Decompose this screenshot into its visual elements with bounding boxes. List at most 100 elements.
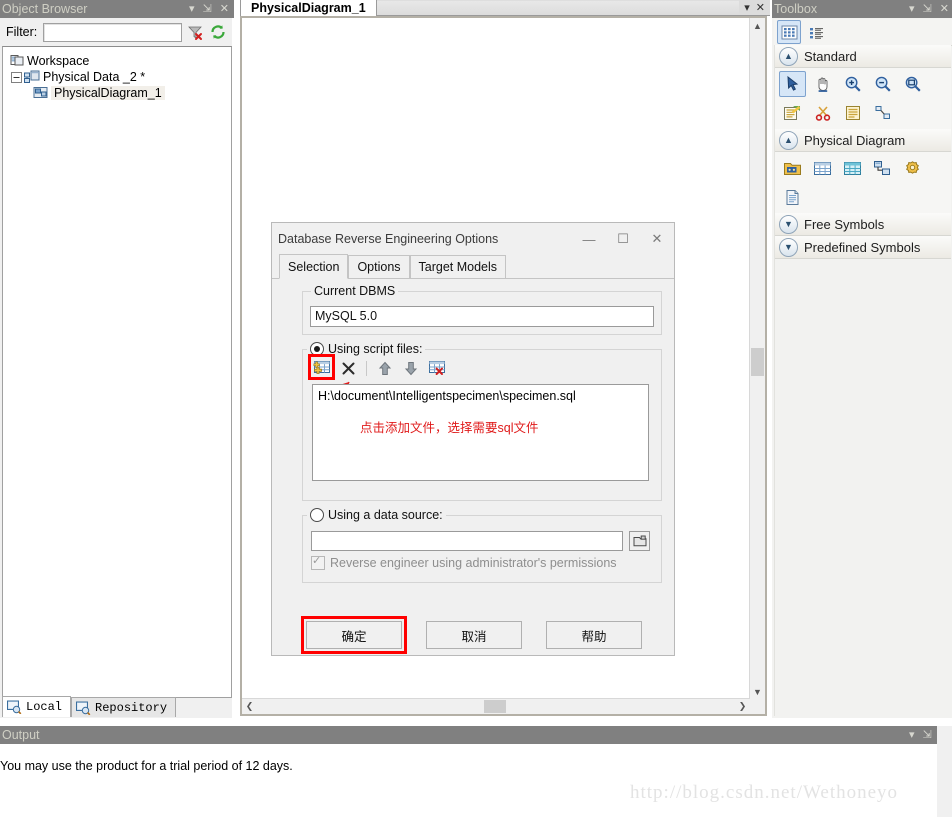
pin-icon[interactable]: ⇲: [923, 3, 932, 15]
toolbox-section-free-symbols[interactable]: ▼ Free Symbols: [775, 213, 951, 236]
toolbox-section-predefined-symbols[interactable]: ▼ Predefined Symbols: [775, 236, 951, 259]
zoom-in-icon[interactable]: [839, 71, 866, 97]
tab-repository[interactable]: Repository: [71, 697, 177, 717]
section-label: Free Symbols: [804, 216, 885, 232]
dropdown-icon[interactable]: ▾: [909, 3, 915, 15]
current-dbms-field[interactable]: MySQL 5.0: [310, 306, 654, 327]
view-icon[interactable]: [839, 155, 866, 181]
data-source-radio[interactable]: [310, 508, 324, 522]
delete-scissors-icon[interactable]: [809, 100, 836, 126]
close-icon[interactable]: ✕: [220, 3, 229, 15]
scroll-right-arrow[interactable]: ❯: [735, 699, 750, 714]
maximize-button[interactable]: ☐: [606, 225, 640, 253]
toolbox-section-standard[interactable]: ▲ Standard: [775, 45, 951, 68]
scroll-down-arrow[interactable]: ▼: [750, 684, 765, 699]
canvas-horizontal-scrollbar[interactable]: ❮ ❯: [242, 698, 750, 714]
scrollbar-corner: [750, 699, 765, 714]
tree-item-label: Physical Data _2 *: [43, 70, 146, 84]
output-body[interactable]: You may use the product for a trial peri…: [0, 745, 952, 817]
chevron-up-icon[interactable]: ▲: [779, 130, 798, 150]
ok-button[interactable]: 确定: [306, 621, 402, 649]
zoom-area-icon[interactable]: [899, 71, 926, 97]
object-tree[interactable]: Workspace Physical Data _2 * PhysicalDia…: [2, 46, 232, 698]
output-header: Output ▾ ⇲ ✕: [0, 726, 952, 744]
properties-icon[interactable]: [779, 100, 806, 126]
horizontal-scroll-thumb[interactable]: [484, 700, 506, 713]
tab-local[interactable]: Local: [2, 696, 72, 717]
note-icon[interactable]: [839, 100, 866, 126]
link-icon[interactable]: [869, 100, 896, 126]
data-source-group: Using a data source: Reverse engineer us…: [302, 508, 662, 583]
tab-label: Repository: [95, 700, 168, 715]
object-browser-panel: Object Browser ▾ ⇲ ✕ Filter: Workspace P…: [0, 0, 234, 718]
toolbox-section-physical-diagram[interactable]: ▲ Physical Diagram: [775, 129, 951, 152]
dropdown-icon[interactable]: ▾: [909, 729, 915, 741]
pin-icon[interactable]: ⇲: [923, 729, 932, 741]
zoom-out-icon[interactable]: [869, 71, 896, 97]
tab-physicaldiagram-1[interactable]: PhysicalDiagram_1: [240, 0, 377, 16]
browser-tabs: Local Repository: [2, 696, 230, 717]
tab-label: Target Models: [418, 260, 498, 274]
pointer-icon[interactable]: [779, 71, 806, 97]
minimize-button[interactable]: —: [572, 225, 606, 253]
datasource-browse-icon[interactable]: [629, 531, 650, 551]
refresh-icon[interactable]: [208, 22, 228, 42]
close-icon[interactable]: ✕: [940, 3, 949, 15]
vertical-scroll-thumb[interactable]: [751, 348, 764, 376]
tabbar-buttons: ▾ ✕: [739, 0, 770, 16]
toolbox-items-standard: [775, 68, 951, 129]
reverse-engineering-dialog: Database Reverse Engineering Options — ☐…: [271, 222, 675, 656]
clear-filter-icon[interactable]: [185, 22, 205, 42]
admin-permissions-checkbox[interactable]: [311, 554, 325, 570]
package-icon[interactable]: [779, 155, 806, 181]
dialog-tabbar: Selection Options Target Models: [272, 254, 674, 279]
script-files-caption-row[interactable]: Using script files:: [307, 342, 426, 356]
current-dbms-value: MySQL 5.0: [315, 309, 378, 323]
list-view-icon[interactable]: [804, 20, 828, 44]
tab-label: PhysicalDiagram_1: [251, 1, 366, 15]
script-file-list[interactable]: H:\document\Intelligentspecimen\specimen…: [312, 384, 649, 481]
procedure-icon[interactable]: [899, 155, 926, 181]
close-button[interactable]: ✕: [640, 225, 674, 253]
reference-icon[interactable]: [869, 155, 896, 181]
help-button[interactable]: 帮助: [546, 621, 642, 649]
script-file-item[interactable]: H:\document\Intelligentspecimen\specimen…: [318, 389, 643, 403]
toolbox-header: Toolbox ▾ ⇲ ✕: [772, 0, 952, 18]
data-source-field[interactable]: [311, 531, 623, 551]
toolbox-panel: Toolbox ▾ ⇲ ✕ ▲ Standard ▲ Physical Diag…: [772, 0, 952, 718]
tab-selection[interactable]: Selection: [279, 254, 349, 279]
cancel-button[interactable]: 取消: [426, 621, 522, 649]
dialog-titlebar: Database Reverse Engineering Options — ☐…: [272, 223, 674, 255]
tab-list-icon[interactable]: ▾: [744, 1, 750, 14]
output-scrollbar[interactable]: [937, 726, 952, 817]
chevron-up-icon[interactable]: ▲: [779, 46, 798, 66]
tab-options[interactable]: Options: [348, 255, 410, 278]
admin-permissions-label: Reverse engineer using administrator's p…: [330, 556, 617, 570]
chevron-down-icon[interactable]: ▼: [779, 214, 798, 234]
file-icon[interactable]: [779, 184, 806, 210]
tree-expander-icon[interactable]: [11, 71, 22, 83]
canvas-vertical-scrollbar[interactable]: ▲ ▼: [749, 18, 765, 699]
scroll-left-arrow[interactable]: ❮: [242, 699, 257, 714]
current-dbms-caption: Current DBMS: [311, 284, 399, 298]
close-icon[interactable]: ✕: [756, 1, 765, 14]
chevron-down-icon[interactable]: ▼: [779, 237, 798, 257]
grabber-hand-icon[interactable]: [809, 71, 836, 97]
dropdown-icon[interactable]: ▾: [189, 3, 195, 15]
grid-view-icon[interactable]: [777, 20, 801, 44]
pin-icon[interactable]: ⇲: [203, 3, 212, 15]
tree-item-workspace[interactable]: Workspace: [3, 53, 231, 69]
annotation-text: 点击添加文件，选择需要sql文件: [360, 421, 539, 435]
section-label: Predefined Symbols: [804, 239, 921, 255]
tree-item-physical-diagram[interactable]: PhysicalDiagram_1: [3, 85, 231, 101]
admin-permissions-row[interactable]: Reverse engineer using administrator's p…: [311, 554, 617, 570]
data-source-caption-row[interactable]: Using a data source:: [307, 508, 446, 522]
watermark-text: http://blog.csdn.net/Wethoneyo: [630, 782, 899, 803]
tree-item-physical-data[interactable]: Physical Data _2 *: [3, 69, 231, 85]
repository-icon: [76, 701, 91, 715]
scroll-up-arrow[interactable]: ▲: [750, 18, 765, 33]
filter-input[interactable]: [43, 22, 182, 42]
table-icon[interactable]: [809, 155, 836, 181]
script-files-radio[interactable]: [310, 342, 324, 356]
tab-target-models[interactable]: Target Models: [409, 255, 507, 278]
